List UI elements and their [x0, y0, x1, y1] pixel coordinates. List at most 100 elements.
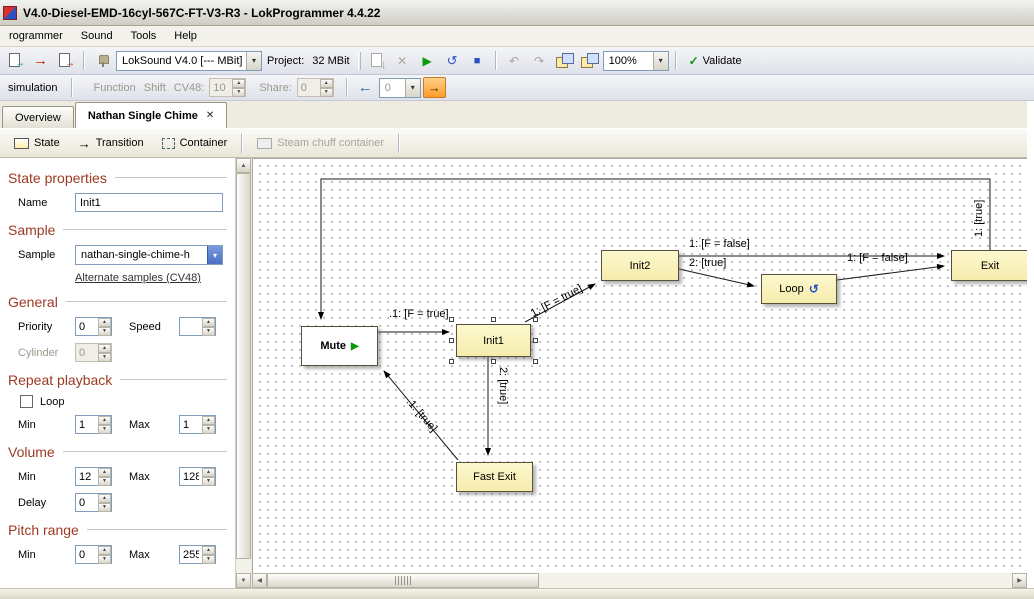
- selection-handle[interactable]: [449, 317, 454, 322]
- canvas-scrollbar[interactable]: ◀ ▶: [252, 573, 1027, 588]
- play-sound-button[interactable]: ▶: [416, 49, 439, 72]
- spin-up-icon[interactable]: ▲: [232, 79, 245, 88]
- loop-playback-button[interactable]: ↺: [441, 49, 464, 72]
- undo-button[interactable]: ↶: [503, 49, 526, 72]
- stop-playback-button[interactable]: ■: [466, 49, 489, 72]
- transition-exit-mute[interactable]: [321, 179, 990, 319]
- delay-input[interactable]: [76, 494, 98, 511]
- sample-combo[interactable]: nathan-single-chime-h ▾: [75, 245, 223, 265]
- cv48-stepper[interactable]: ▲ ▼: [209, 78, 246, 97]
- selection-handle[interactable]: [491, 317, 496, 322]
- selection-handle[interactable]: [533, 359, 538, 364]
- spin-down-icon[interactable]: ▼: [320, 88, 333, 97]
- cylinder-stepper[interactable]: ▲▼: [75, 343, 112, 362]
- function-index-combo[interactable]: 0 ▾: [379, 78, 421, 98]
- diagram-canvas[interactable]: .1: [F = true] 1: [F = true] 1: [F = fal…: [252, 158, 1027, 573]
- name-input[interactable]: [75, 193, 223, 212]
- spin-up-icon[interactable]: ▲: [202, 416, 215, 425]
- scrollbar-thumb[interactable]: [236, 173, 251, 559]
- selection-handle[interactable]: [449, 338, 454, 343]
- spin-down-icon[interactable]: ▼: [202, 477, 215, 486]
- selection-handle[interactable]: [533, 317, 538, 322]
- tile-windows-button[interactable]: [578, 49, 601, 72]
- volume-max-input[interactable]: [180, 468, 202, 485]
- spin-down-icon[interactable]: ▼: [98, 327, 111, 336]
- spin-up-icon[interactable]: ▲: [202, 318, 215, 327]
- priority-stepper[interactable]: ▲▼: [75, 317, 112, 336]
- speed-input[interactable]: [180, 318, 202, 335]
- repeat-min-stepper[interactable]: ▲▼: [75, 415, 112, 434]
- chevron-down-icon[interactable]: ▾: [207, 246, 222, 264]
- cylinder-input[interactable]: [76, 344, 98, 361]
- spin-up-icon[interactable]: ▲: [202, 546, 215, 555]
- spin-down-icon[interactable]: ▼: [98, 555, 111, 564]
- menu-help[interactable]: Help: [165, 27, 206, 45]
- spin-up-icon[interactable]: ▲: [202, 468, 215, 477]
- repeat-max-stepper[interactable]: ▲▼: [179, 415, 216, 434]
- pitch-max-stepper[interactable]: ▲▼: [179, 545, 216, 564]
- spin-down-icon[interactable]: ▼: [202, 425, 215, 434]
- state-fast-exit[interactable]: Fast Exit: [456, 462, 533, 492]
- spin-down-icon[interactable]: ▼: [98, 477, 111, 486]
- chevron-down-icon[interactable]: ▾: [246, 52, 261, 70]
- alternate-samples-link[interactable]: Alternate samples (CV48): [75, 272, 235, 284]
- spin-down-icon[interactable]: ▼: [98, 353, 111, 362]
- container-tool-button[interactable]: Container: [154, 134, 236, 152]
- pitch-min-stepper[interactable]: ▲▼: [75, 545, 112, 564]
- next-function-button[interactable]: →: [423, 77, 446, 98]
- state-init2[interactable]: Init2: [601, 250, 679, 281]
- scrollbar-thumb[interactable]: [267, 573, 539, 588]
- selection-handle[interactable]: [449, 359, 454, 364]
- tab-overview[interactable]: Overview: [2, 106, 74, 128]
- tab-nathan-single-chime[interactable]: Nathan Single Chime ✕: [75, 102, 227, 128]
- decoder-type-combo[interactable]: LokSound V4.0 [--- MBit] ▾: [116, 51, 262, 71]
- menu-programmer[interactable]: rogrammer: [0, 27, 72, 45]
- state-mute[interactable]: Mute ▶: [301, 326, 378, 366]
- delay-stepper[interactable]: ▲▼: [75, 493, 112, 512]
- scroll-right-button[interactable]: ▶: [1012, 573, 1027, 588]
- validate-button[interactable]: ✓ Validate: [683, 49, 748, 72]
- pitch-min-input[interactable]: [76, 546, 98, 563]
- state-exit[interactable]: Exit: [951, 250, 1027, 281]
- scroll-left-button[interactable]: ◀: [252, 573, 267, 588]
- zoom-combo[interactable]: 100% ▾: [603, 51, 669, 71]
- state-init1[interactable]: Init1: [456, 324, 531, 357]
- transition-loop-exit[interactable]: [837, 266, 944, 280]
- scroll-down-button[interactable]: ▼: [236, 573, 251, 588]
- priority-input[interactable]: [76, 318, 98, 335]
- state-tool-button[interactable]: State: [6, 134, 68, 152]
- spin-up-icon[interactable]: ▲: [98, 494, 111, 503]
- spin-up-icon[interactable]: ▲: [98, 546, 111, 555]
- steam-chuff-container-tool-button[interactable]: Steam chuff container: [249, 134, 392, 152]
- cascade-windows-button[interactable]: [553, 49, 576, 72]
- connect-button[interactable]: [91, 49, 114, 72]
- repeat-max-input[interactable]: [180, 416, 202, 433]
- transition-tool-button[interactable]: → Transition: [70, 134, 152, 152]
- share-input[interactable]: [298, 79, 320, 96]
- download-button[interactable]: ↓: [366, 49, 389, 72]
- volume-max-stepper[interactable]: ▲▼: [179, 467, 216, 486]
- spin-up-icon[interactable]: ▲: [98, 344, 111, 353]
- share-stepper[interactable]: ▲ ▼: [297, 78, 334, 97]
- spin-down-icon[interactable]: ▼: [202, 555, 215, 564]
- selection-handle[interactable]: [491, 359, 496, 364]
- chevron-down-icon[interactable]: ▾: [653, 52, 668, 70]
- state-loop[interactable]: Loop ↺: [761, 274, 837, 304]
- cv48-input[interactable]: [210, 79, 232, 96]
- write-sound-button[interactable]: →: [54, 49, 77, 72]
- transition-init2-loop[interactable]: [679, 269, 754, 286]
- read-project-button[interactable]: →: [4, 49, 27, 72]
- pitch-max-input[interactable]: [180, 546, 202, 563]
- volume-min-input[interactable]: [76, 468, 98, 485]
- spin-down-icon[interactable]: ▼: [232, 88, 245, 97]
- spin-down-icon[interactable]: ▼: [202, 327, 215, 336]
- menu-sound[interactable]: Sound: [72, 27, 122, 45]
- cancel-transfer-button[interactable]: ✕: [391, 49, 414, 72]
- spin-up-icon[interactable]: ▲: [98, 468, 111, 477]
- redo-button[interactable]: ↷: [528, 49, 551, 72]
- selection-handle[interactable]: [533, 338, 538, 343]
- menu-tools[interactable]: Tools: [122, 27, 166, 45]
- volume-min-stepper[interactable]: ▲▼: [75, 467, 112, 486]
- repeat-min-input[interactable]: [76, 416, 98, 433]
- scroll-up-button[interactable]: ▲: [236, 158, 251, 173]
